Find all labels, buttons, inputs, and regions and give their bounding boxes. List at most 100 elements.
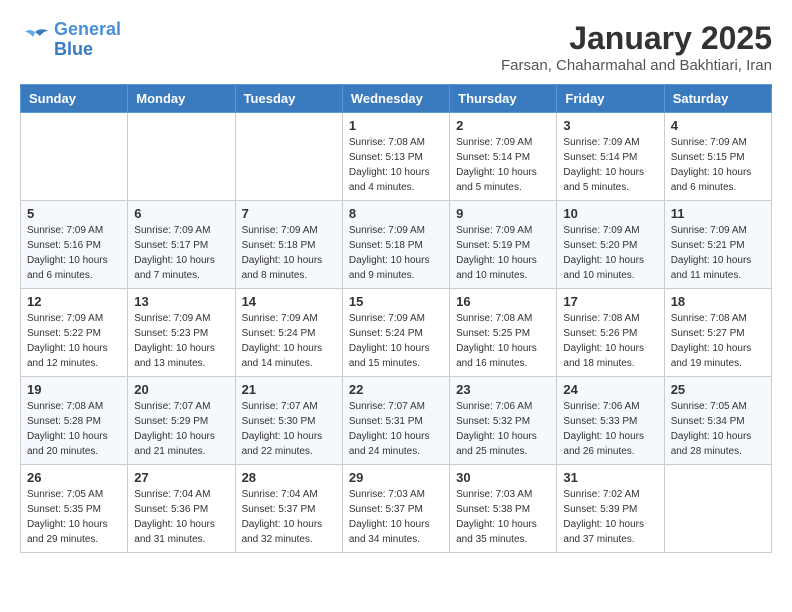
weekday-friday: Friday bbox=[557, 85, 664, 113]
day-info: Sunrise: 7:09 AM Sunset: 5:24 PM Dayligh… bbox=[349, 311, 443, 371]
week-row-3: 12 Sunrise: 7:09 AM Sunset: 5:22 PM Dayli… bbox=[21, 289, 772, 377]
day-number: 6 bbox=[134, 206, 228, 221]
day-number: 27 bbox=[134, 470, 228, 485]
day-number: 8 bbox=[349, 206, 443, 221]
day-info: Sunrise: 7:09 AM Sunset: 5:24 PM Dayligh… bbox=[242, 311, 336, 371]
day-info: Sunrise: 7:05 AM Sunset: 5:34 PM Dayligh… bbox=[671, 399, 765, 459]
weekday-tuesday: Tuesday bbox=[235, 85, 342, 113]
day-number: 17 bbox=[563, 294, 657, 309]
day-info: Sunrise: 7:03 AM Sunset: 5:37 PM Dayligh… bbox=[349, 487, 443, 547]
day-number: 20 bbox=[134, 382, 228, 397]
calendar-cell: 16 Sunrise: 7:08 AM Sunset: 5:25 PM Dayli… bbox=[450, 289, 557, 377]
calendar-cell: 4 Sunrise: 7:09 AM Sunset: 5:15 PM Daylig… bbox=[664, 113, 771, 201]
day-number: 1 bbox=[349, 118, 443, 133]
day-number: 5 bbox=[27, 206, 121, 221]
day-info: Sunrise: 7:09 AM Sunset: 5:15 PM Dayligh… bbox=[671, 135, 765, 195]
day-number: 26 bbox=[27, 470, 121, 485]
calendar-cell: 22 Sunrise: 7:07 AM Sunset: 5:31 PM Dayli… bbox=[342, 377, 449, 465]
day-info: Sunrise: 7:09 AM Sunset: 5:14 PM Dayligh… bbox=[456, 135, 550, 195]
day-info: Sunrise: 7:09 AM Sunset: 5:17 PM Dayligh… bbox=[134, 223, 228, 283]
day-info: Sunrise: 7:02 AM Sunset: 5:39 PM Dayligh… bbox=[563, 487, 657, 547]
calendar-cell: 2 Sunrise: 7:09 AM Sunset: 5:14 PM Daylig… bbox=[450, 113, 557, 201]
day-number: 10 bbox=[563, 206, 657, 221]
day-info: Sunrise: 7:09 AM Sunset: 5:21 PM Dayligh… bbox=[671, 223, 765, 283]
day-number: 2 bbox=[456, 118, 550, 133]
day-number: 18 bbox=[671, 294, 765, 309]
week-row-4: 19Sunrise: 7:08 AM Sunset: 5:28 PM Dayli… bbox=[21, 377, 772, 465]
day-number: 28 bbox=[242, 470, 336, 485]
day-info: Sunrise: 7:04 AM Sunset: 5:37 PM Dayligh… bbox=[242, 487, 336, 547]
weekday-wednesday: Wednesday bbox=[342, 85, 449, 113]
day-info: Sunrise: 7:05 AM Sunset: 5:35 PM Dayligh… bbox=[27, 487, 121, 547]
month-title: January 2025 bbox=[501, 20, 772, 57]
calendar-cell bbox=[21, 113, 128, 201]
calendar-cell: 6 Sunrise: 7:09 AM Sunset: 5:17 PM Daylig… bbox=[128, 201, 235, 289]
day-number: 3 bbox=[563, 118, 657, 133]
title-block: January 2025 Farsan, Chaharmahal and Bak… bbox=[501, 20, 772, 74]
calendar-cell: 23 Sunrise: 7:06 AM Sunset: 5:32 PM Dayli… bbox=[450, 377, 557, 465]
day-info: Sunrise: 7:03 AM Sunset: 5:38 PM Dayligh… bbox=[456, 487, 550, 547]
calendar-cell: 31 Sunrise: 7:02 AM Sunset: 5:39 PM Dayli… bbox=[557, 465, 664, 553]
day-number: 4 bbox=[671, 118, 765, 133]
calendar-cell: 20Sunrise: 7:07 AM Sunset: 5:29 PM Dayli… bbox=[128, 377, 235, 465]
day-number: 21 bbox=[242, 382, 336, 397]
day-info: Sunrise: 7:08 AM Sunset: 5:13 PM Dayligh… bbox=[349, 135, 443, 195]
day-number: 30 bbox=[456, 470, 550, 485]
day-info: Sunrise: 7:06 AM Sunset: 5:33 PM Dayligh… bbox=[563, 399, 657, 459]
calendar-table: SundayMondayTuesdayWednesdayThursdayFrid… bbox=[20, 84, 772, 553]
day-info: Sunrise: 7:09 AM Sunset: 5:22 PM Dayligh… bbox=[27, 311, 121, 371]
day-number: 22 bbox=[349, 382, 443, 397]
weekday-thursday: Thursday bbox=[450, 85, 557, 113]
calendar-cell: 12 Sunrise: 7:09 AM Sunset: 5:22 PM Dayli… bbox=[21, 289, 128, 377]
day-info: Sunrise: 7:04 AM Sunset: 5:36 PM Dayligh… bbox=[134, 487, 228, 547]
calendar-cell: 9Sunrise: 7:09 AM Sunset: 5:19 PM Daylig… bbox=[450, 201, 557, 289]
day-number: 19 bbox=[27, 382, 121, 397]
weekday-sunday: Sunday bbox=[21, 85, 128, 113]
calendar-body: 1 Sunrise: 7:08 AM Sunset: 5:13 PM Daylig… bbox=[21, 113, 772, 553]
calendar-cell: 28 Sunrise: 7:04 AM Sunset: 5:37 PM Dayli… bbox=[235, 465, 342, 553]
day-info: Sunrise: 7:09 AM Sunset: 5:20 PM Dayligh… bbox=[563, 223, 657, 283]
day-number: 24 bbox=[563, 382, 657, 397]
page-header: General Blue January 2025 Farsan, Chahar… bbox=[20, 20, 772, 74]
day-info: Sunrise: 7:07 AM Sunset: 5:30 PM Dayligh… bbox=[242, 399, 336, 459]
calendar-cell: 29 Sunrise: 7:03 AM Sunset: 5:37 PM Dayli… bbox=[342, 465, 449, 553]
day-info: Sunrise: 7:07 AM Sunset: 5:31 PM Dayligh… bbox=[349, 399, 443, 459]
logo-icon bbox=[20, 27, 50, 52]
day-number: 14 bbox=[242, 294, 336, 309]
day-info: Sunrise: 7:08 AM Sunset: 5:26 PM Dayligh… bbox=[563, 311, 657, 371]
week-row-2: 5 Sunrise: 7:09 AM Sunset: 5:16 PM Daylig… bbox=[21, 201, 772, 289]
day-number: 29 bbox=[349, 470, 443, 485]
day-info: Sunrise: 7:09 AM Sunset: 5:23 PM Dayligh… bbox=[134, 311, 228, 371]
day-number: 15 bbox=[349, 294, 443, 309]
day-info: Sunrise: 7:06 AM Sunset: 5:32 PM Dayligh… bbox=[456, 399, 550, 459]
calendar-cell bbox=[235, 113, 342, 201]
calendar-cell: 5 Sunrise: 7:09 AM Sunset: 5:16 PM Daylig… bbox=[21, 201, 128, 289]
day-info: Sunrise: 7:09 AM Sunset: 5:16 PM Dayligh… bbox=[27, 223, 121, 283]
day-number: 23 bbox=[456, 382, 550, 397]
weekday-header-row: SundayMondayTuesdayWednesdayThursdayFrid… bbox=[21, 85, 772, 113]
weekday-monday: Monday bbox=[128, 85, 235, 113]
day-number: 7 bbox=[242, 206, 336, 221]
calendar-cell: 3Sunrise: 7:09 AM Sunset: 5:14 PM Daylig… bbox=[557, 113, 664, 201]
day-number: 13 bbox=[134, 294, 228, 309]
day-number: 31 bbox=[563, 470, 657, 485]
calendar-cell bbox=[664, 465, 771, 553]
day-number: 16 bbox=[456, 294, 550, 309]
calendar-cell bbox=[128, 113, 235, 201]
day-number: 12 bbox=[27, 294, 121, 309]
calendar-cell: 19Sunrise: 7:08 AM Sunset: 5:28 PM Dayli… bbox=[21, 377, 128, 465]
calendar-cell: 1 Sunrise: 7:08 AM Sunset: 5:13 PM Daylig… bbox=[342, 113, 449, 201]
logo: General Blue bbox=[20, 20, 121, 60]
week-row-5: 26 Sunrise: 7:05 AM Sunset: 5:35 PM Dayli… bbox=[21, 465, 772, 553]
calendar-cell: 24 Sunrise: 7:06 AM Sunset: 5:33 PM Dayli… bbox=[557, 377, 664, 465]
calendar-cell: 25 Sunrise: 7:05 AM Sunset: 5:34 PM Dayli… bbox=[664, 377, 771, 465]
day-info: Sunrise: 7:08 AM Sunset: 5:25 PM Dayligh… bbox=[456, 311, 550, 371]
day-info: Sunrise: 7:09 AM Sunset: 5:18 PM Dayligh… bbox=[349, 223, 443, 283]
subtitle: Farsan, Chaharmahal and Bakhtiari, Iran bbox=[501, 57, 772, 74]
day-info: Sunrise: 7:08 AM Sunset: 5:27 PM Dayligh… bbox=[671, 311, 765, 371]
calendar-cell: 30 Sunrise: 7:03 AM Sunset: 5:38 PM Dayli… bbox=[450, 465, 557, 553]
calendar-cell: 15 Sunrise: 7:09 AM Sunset: 5:24 PM Dayli… bbox=[342, 289, 449, 377]
calendar-cell: 10 Sunrise: 7:09 AM Sunset: 5:20 PM Dayli… bbox=[557, 201, 664, 289]
day-number: 11 bbox=[671, 206, 765, 221]
day-number: 25 bbox=[671, 382, 765, 397]
